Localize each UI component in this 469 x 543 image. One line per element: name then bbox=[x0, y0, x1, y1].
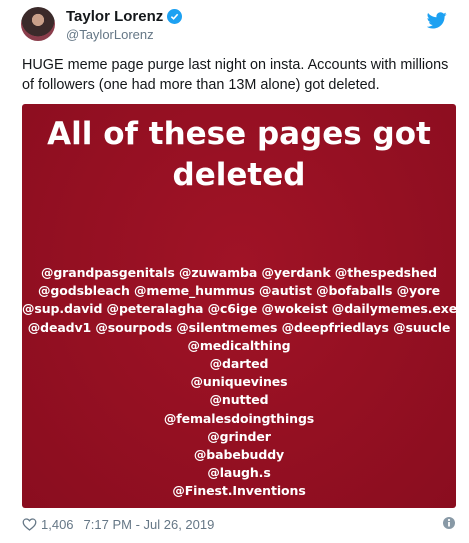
media-handles-line: @uniquevines bbox=[190, 374, 288, 390]
media-handles-line: @medicalthing bbox=[187, 337, 291, 353]
author-name-row: Taylor Lorenz bbox=[66, 8, 183, 25]
media-handles-line: @babebuddy bbox=[193, 447, 285, 463]
media-handles-line: @grinder bbox=[207, 428, 271, 444]
media-title-line: deleted bbox=[172, 157, 306, 193]
media-handles-line: @sup.david @peteralagha @c6ige @wokeist … bbox=[22, 301, 456, 317]
media-title-line: All of these pages got bbox=[47, 116, 431, 152]
tweet-footer: 1,406 7:17 PM - Jul 26, 2019 bbox=[22, 515, 456, 533]
avatar[interactable] bbox=[21, 7, 55, 41]
media-handles-line: @laugh.s bbox=[207, 465, 271, 481]
heart-icon[interactable] bbox=[22, 517, 37, 531]
verified-badge-icon bbox=[167, 9, 183, 24]
media-title: All of these pages got deleted bbox=[22, 114, 456, 196]
media-handles-line: @darted bbox=[209, 356, 269, 372]
author-name[interactable]: Taylor Lorenz bbox=[66, 8, 163, 25]
like-count[interactable]: 1,406 bbox=[41, 517, 74, 532]
tweet-media-image[interactable]: All of these pages got deleted @grandpas… bbox=[22, 104, 456, 508]
info-icon[interactable] bbox=[442, 516, 456, 533]
media-handles-line: @godsbleach @meme_hummus @autist @bofaba… bbox=[37, 283, 441, 299]
twitter-bird-icon[interactable] bbox=[426, 12, 447, 34]
tweet-card: Taylor Lorenz @TaylorLorenz HUGE meme pa… bbox=[0, 0, 469, 543]
tweet-timestamp[interactable]: 7:17 PM - Jul 26, 2019 bbox=[84, 517, 215, 532]
media-handles-line: @femalesdoingthings bbox=[163, 410, 315, 426]
media-handles-line: @Finest.Inventions bbox=[172, 483, 306, 499]
media-handles-line: @nutted bbox=[209, 392, 269, 408]
media-handles-line: @grandpasgenitals @zuwamba @yerdank @the… bbox=[40, 265, 438, 280]
media-handles-line: @deadv1 @sourpods @silentmemes @deepfrie… bbox=[27, 319, 451, 335]
author-handle[interactable]: @TaylorLorenz bbox=[66, 27, 154, 42]
media-handles-list: @grandpasgenitals @zuwamba @yerdank @the… bbox=[22, 264, 456, 501]
tweet-text: HUGE meme page purge last night on insta… bbox=[22, 57, 449, 93]
